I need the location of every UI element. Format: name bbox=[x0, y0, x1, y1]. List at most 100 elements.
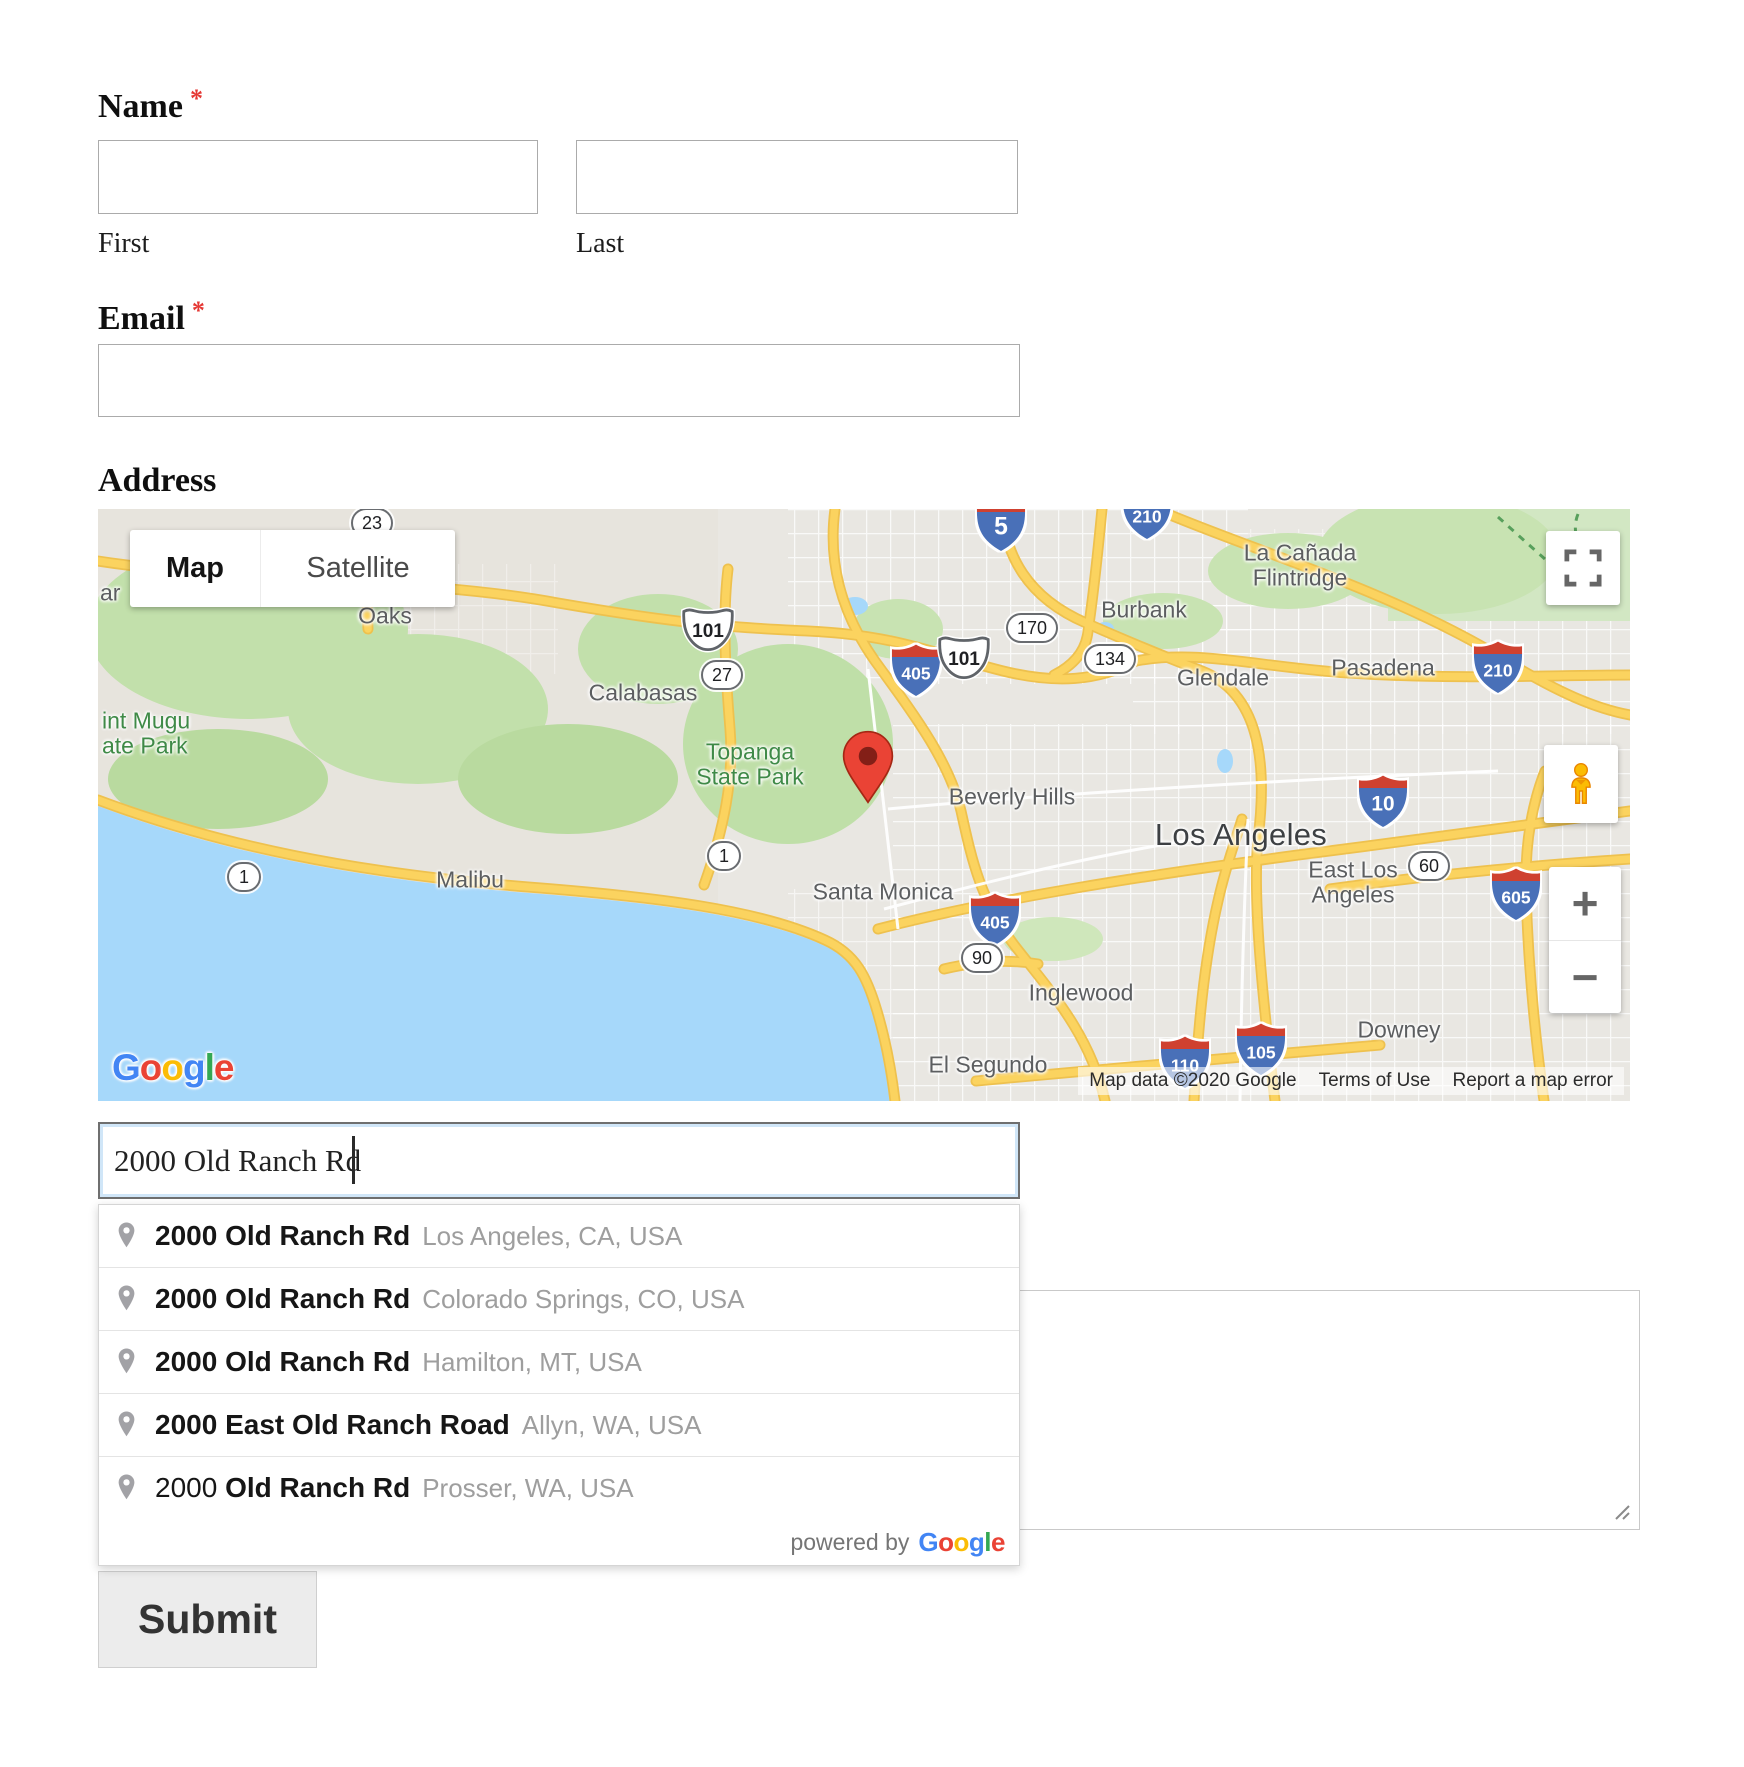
map-type-satellite-button[interactable]: Satellite bbox=[261, 530, 455, 607]
pegman-button[interactable] bbox=[1544, 745, 1618, 823]
svg-text:5: 5 bbox=[994, 514, 1008, 541]
text-cursor bbox=[352, 1136, 355, 1184]
map-canvas[interactable]: Thousand OaksCalabasasMalibuSanta Monica… bbox=[98, 509, 1630, 1101]
autocomplete-suggestion[interactable]: 2000 Old Ranch Rd Colorado Springs, CO, … bbox=[99, 1267, 1019, 1330]
autocomplete-suggestion[interactable]: 2000 Old Ranch Rd Hamilton, MT, USA bbox=[99, 1330, 1019, 1393]
map-attribution: Map data ©2020 Google Terms of Use Repor… bbox=[1078, 1067, 1624, 1095]
svg-text:210: 210 bbox=[1132, 509, 1162, 527]
route-shield: 210 bbox=[1121, 509, 1173, 541]
location-pin-icon bbox=[113, 1409, 140, 1441]
address-search-input[interactable] bbox=[98, 1122, 1020, 1199]
map-label: Los Angeles bbox=[1155, 818, 1327, 852]
map-type-control: Map Satellite bbox=[130, 530, 455, 607]
route-shield: 1 bbox=[227, 862, 261, 892]
last-sublabel: Last bbox=[576, 228, 624, 260]
suggestion-main-text: 2000 Old Ranch Rd bbox=[155, 1346, 410, 1378]
map-label: ar bbox=[100, 580, 120, 605]
svg-text:605: 605 bbox=[1501, 888, 1531, 908]
terms-of-use-link[interactable]: Terms of Use bbox=[1308, 1067, 1442, 1095]
powered-by-text: powered by bbox=[790, 1529, 909, 1556]
google-logo: Google bbox=[918, 1527, 1005, 1558]
suggestion-secondary-text: Prosser, WA, USA bbox=[422, 1473, 633, 1504]
svg-text:101: 101 bbox=[692, 621, 724, 642]
map-label: Calabasas bbox=[589, 680, 698, 705]
fullscreen-button[interactable] bbox=[1546, 531, 1620, 605]
map-label: East Los Angeles bbox=[1308, 858, 1398, 909]
route-shield: 605 bbox=[1490, 867, 1542, 922]
name-label-text: Name bbox=[98, 88, 183, 125]
map-label: Downey bbox=[1357, 1017, 1440, 1042]
form-page: Name* First Last Email* Address bbox=[0, 0, 1744, 1767]
location-pin-icon bbox=[113, 1346, 140, 1378]
route-shield: 101 bbox=[680, 603, 736, 654]
google-logo: Google bbox=[112, 1047, 233, 1089]
address-label: Address bbox=[98, 462, 216, 500]
powered-by-google: powered by Google bbox=[99, 1519, 1019, 1565]
map-label: El Segundo bbox=[929, 1052, 1048, 1077]
route-shield: 90 bbox=[961, 943, 1003, 973]
route-shield: 27 bbox=[701, 660, 743, 690]
route-shield: 10 bbox=[1357, 774, 1409, 829]
route-shield: 101 bbox=[936, 631, 992, 682]
svg-text:210: 210 bbox=[1483, 661, 1513, 681]
map-label: Malibu bbox=[436, 867, 504, 892]
suggestion-secondary-text: Los Angeles, CA, USA bbox=[422, 1221, 682, 1252]
fullscreen-icon bbox=[1564, 549, 1602, 587]
first-name-input[interactable] bbox=[98, 140, 538, 214]
email-label-text: Email bbox=[98, 300, 185, 337]
submit-button[interactable]: Submit bbox=[98, 1571, 317, 1668]
route-shield: 210 bbox=[1472, 640, 1524, 695]
map-label: Beverly Hills bbox=[949, 784, 1076, 809]
google-letter: g bbox=[183, 1047, 205, 1088]
svg-text:10: 10 bbox=[1371, 793, 1394, 816]
route-shield: 5 bbox=[975, 509, 1027, 553]
name-label: Name* bbox=[98, 84, 203, 126]
report-map-error-link[interactable]: Report a map error bbox=[1441, 1067, 1624, 1095]
map-label: Topanga State Park bbox=[696, 740, 803, 791]
location-pin-icon bbox=[113, 1472, 140, 1504]
suggestion-main-text: 2000 Old Ranch Rd bbox=[155, 1472, 410, 1504]
google-letter: o bbox=[140, 1047, 162, 1088]
autocomplete-suggestion[interactable]: 2000 East Old Ranch Road Allyn, WA, USA bbox=[99, 1393, 1019, 1456]
autocomplete-suggestion[interactable]: 2000 Old Ranch Rd Los Angeles, CA, USA bbox=[99, 1205, 1019, 1267]
map-type-map-button[interactable]: Map bbox=[130, 530, 261, 607]
map-marker-pin[interactable] bbox=[841, 730, 895, 804]
map-label: Burbank bbox=[1101, 597, 1187, 622]
textarea-resize-handle[interactable] bbox=[1612, 1502, 1632, 1522]
required-asterisk: * bbox=[190, 84, 203, 113]
email-label: Email* bbox=[98, 296, 205, 338]
email-input[interactable] bbox=[98, 344, 1020, 417]
svg-text:405: 405 bbox=[901, 664, 931, 684]
map-label: Glendale bbox=[1177, 665, 1269, 690]
location-pin-icon bbox=[113, 1283, 140, 1315]
suggestion-main-text: 2000 Old Ranch Rd bbox=[155, 1283, 410, 1315]
map-label: int Mugu ate Park bbox=[102, 709, 190, 760]
zoom-in-button[interactable]: + bbox=[1549, 867, 1621, 941]
map-label: Inglewood bbox=[1029, 980, 1134, 1005]
suggestion-main-text: 2000 East Old Ranch Road bbox=[155, 1409, 510, 1441]
location-pin-icon bbox=[113, 1220, 140, 1252]
route-shield: 170 bbox=[1006, 613, 1058, 643]
zoom-out-button[interactable]: − bbox=[1549, 941, 1621, 1014]
suggestion-secondary-text: Allyn, WA, USA bbox=[522, 1410, 702, 1441]
route-shield: 134 bbox=[1084, 644, 1136, 674]
address-autocomplete-dropdown: 2000 Old Ranch Rd Los Angeles, CA, USA 2… bbox=[98, 1204, 1020, 1566]
map-label: La Cañada Flintridge bbox=[1244, 541, 1357, 592]
google-letter: l bbox=[205, 1047, 214, 1088]
map-label: Pasadena bbox=[1331, 655, 1435, 680]
route-shield: 60 bbox=[1408, 851, 1450, 881]
route-shield: 405 bbox=[890, 643, 942, 698]
pegman-icon bbox=[1560, 761, 1602, 807]
suggestion-secondary-text: Hamilton, MT, USA bbox=[422, 1347, 642, 1378]
map-data-text: Map data ©2020 Google bbox=[1078, 1067, 1307, 1095]
svg-text:101: 101 bbox=[948, 649, 980, 670]
svg-text:405: 405 bbox=[980, 913, 1010, 933]
route-shield: 1 bbox=[707, 841, 741, 871]
suggestion-main-text: 2000 Old Ranch Rd bbox=[155, 1220, 410, 1252]
first-sublabel: First bbox=[98, 228, 149, 260]
required-asterisk: * bbox=[192, 296, 205, 325]
google-letter: e bbox=[214, 1047, 234, 1088]
last-name-input[interactable] bbox=[576, 140, 1018, 214]
google-letter: G bbox=[112, 1047, 140, 1088]
autocomplete-suggestion[interactable]: 2000 Old Ranch Rd Prosser, WA, USA bbox=[99, 1456, 1019, 1519]
